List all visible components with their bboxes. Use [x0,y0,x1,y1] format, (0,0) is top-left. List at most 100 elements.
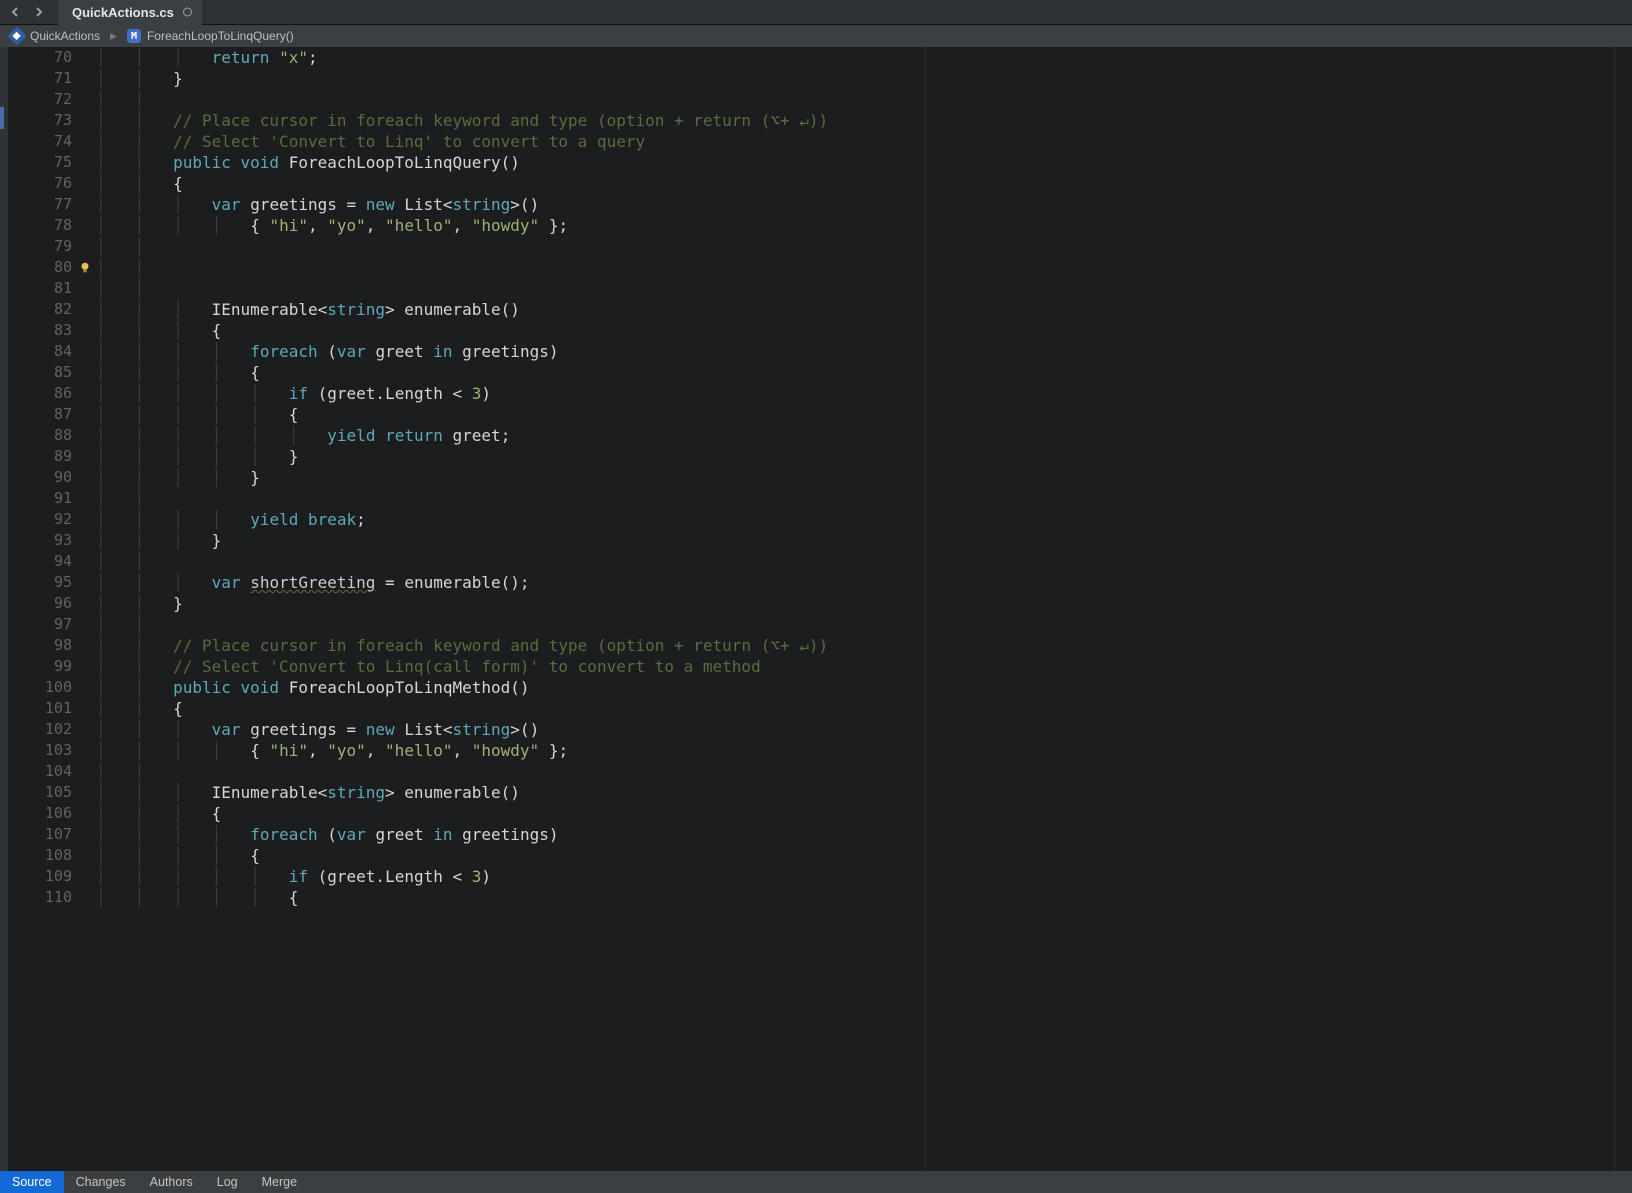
code-line[interactable]: 82│ │ │ IEnumerable<string> enumerable() [8,299,1614,320]
code-line[interactable]: 102│ │ │ var greetings = new List<string… [8,719,1614,740]
line-content: │ │ │ var greetings = new List<string>() [94,194,539,215]
line-content: │ │ │ var greetings = new List<string>() [94,719,539,740]
code-line[interactable]: 81│ │ [8,278,1614,299]
breadcrumb-method-label: ForeachLoopToLinqQuery() [147,29,294,43]
bottom-tab-source[interactable]: Source [0,1171,64,1193]
breadcrumb-class[interactable]: ◆ QuickActions [10,29,100,43]
line-content: │ │ │ │ │ { [94,404,298,425]
line-content: │ │ │ │ foreach (var greet in greetings) [94,824,558,845]
bottom-tab-authors[interactable]: Authors [138,1171,205,1193]
line-content: │ │ [94,761,173,782]
code-editor[interactable]: 70│ │ │ return "x";71│ │ }72│ │ 73│ │ //… [8,47,1614,1171]
editor-area: 70│ │ │ return "x";71│ │ }72│ │ 73│ │ //… [0,47,1632,1171]
code-line[interactable]: 104│ │ [8,761,1614,782]
code-line[interactable]: 83│ │ │ { [8,320,1614,341]
bottom-tab-changes[interactable]: Changes [64,1171,138,1193]
line-content: │ │ │ { [94,320,221,341]
code-line[interactable]: 108│ │ │ │ { [8,845,1614,866]
gutter [78,467,94,488]
line-content: │ │ │ │ } [94,467,260,488]
line-content: │ │ public void ForeachLoopToLinqQuery() [94,152,520,173]
code-line[interactable]: 103│ │ │ │ { "hi", "yo", "hello", "howdy… [8,740,1614,761]
code-line[interactable]: 98│ │ // Place cursor in foreach keyword… [8,635,1614,656]
tab-title: QuickActions.cs [72,5,174,20]
gutter [78,257,94,278]
lightbulb-icon[interactable] [78,259,92,280]
bottom-tab-log[interactable]: Log [205,1171,250,1193]
code-line[interactable]: 110│ │ │ │ │ { [8,887,1614,908]
editor-scrollbar[interactable] [1614,47,1632,1171]
code-line[interactable]: 72│ │ [8,89,1614,110]
code-line[interactable]: 106│ │ │ { [8,803,1614,824]
line-content: │ │ │ } [94,530,221,551]
method-icon: M [127,29,141,43]
line-number: 105 [8,782,78,803]
code-line[interactable]: 70│ │ │ return "x"; [8,47,1614,68]
code-line[interactable]: 99│ │ // Select 'Convert to Linq(call fo… [8,656,1614,677]
code-line[interactable]: 93│ │ │ } [8,530,1614,551]
code-line[interactable]: 76│ │ { [8,173,1614,194]
line-content: │ │ { [94,698,183,719]
nav-forward-button[interactable] [30,3,48,21]
code-line[interactable]: 101│ │ { [8,698,1614,719]
line-number: 100 [8,677,78,698]
code-line[interactable]: 90│ │ │ │ } [8,467,1614,488]
code-line[interactable]: 96│ │ } [8,593,1614,614]
code-line[interactable]: 91│ │ [8,488,1614,509]
code-line[interactable]: 88│ │ │ │ │ │ yield return greet; [8,425,1614,446]
code-line[interactable]: 79│ │ [8,236,1614,257]
line-content: │ │ │ { [94,803,221,824]
line-content: │ │ [94,89,173,110]
line-number: 86 [8,383,78,404]
gutter [78,698,94,719]
editor-tab[interactable]: QuickActions.cs [58,0,202,25]
code-line[interactable]: 94│ │ [8,551,1614,572]
line-content: │ │ │ │ │ if (greet.Length < 3) [94,383,491,404]
gutter [78,89,94,110]
bottom-tab-merge[interactable]: Merge [250,1171,309,1193]
code-line[interactable]: 85│ │ │ │ { [8,362,1614,383]
gutter [78,488,94,509]
line-number: 70 [8,47,78,68]
chevron-left-icon [10,7,20,17]
line-content: │ │ [94,236,173,257]
code-line[interactable]: 80│ │ [8,257,1614,278]
breadcrumb-method[interactable]: M ForeachLoopToLinqQuery() [127,29,294,43]
gutter [78,740,94,761]
line-number: 91 [8,488,78,509]
gutter [78,68,94,89]
line-content: │ │ } [94,68,183,89]
code-line[interactable]: 87│ │ │ │ │ { [8,404,1614,425]
line-content: │ │ [94,278,173,299]
gutter [78,278,94,299]
code-line[interactable]: 74│ │ // Select 'Convert to Linq' to con… [8,131,1614,152]
code-line[interactable]: 109│ │ │ │ │ if (greet.Length < 3) [8,866,1614,887]
line-number: 89 [8,446,78,467]
code-line[interactable]: 107│ │ │ │ foreach (var greet in greetin… [8,824,1614,845]
code-line[interactable]: 95│ │ │ var shortGreeting = enumerable()… [8,572,1614,593]
gutter [78,824,94,845]
line-content: │ │ // Place cursor in foreach keyword a… [94,110,828,131]
app-root: QuickActions.cs ◆ QuickActions ▶ M Forea… [0,0,1632,1193]
code-line[interactable]: 84│ │ │ │ foreach (var greet in greeting… [8,341,1614,362]
code-line[interactable]: 100│ │ public void ForeachLoopToLinqMeth… [8,677,1614,698]
code-line[interactable]: 97│ │ [8,614,1614,635]
code-line[interactable]: 78│ │ │ │ { "hi", "yo", "hello", "howdy"… [8,215,1614,236]
gutter [78,383,94,404]
code-line[interactable]: 86 │ │ │ │ │ if (greet.Length < 3) [8,383,1614,404]
gutter [78,215,94,236]
code-line[interactable]: 92│ │ │ │ yield break; [8,509,1614,530]
code-line[interactable]: 75│ │ public void ForeachLoopToLinqQuery… [8,152,1614,173]
gutter [78,782,94,803]
nav-back-button[interactable] [6,3,24,21]
code-line[interactable]: 71│ │ } [8,68,1614,89]
line-number: 99 [8,656,78,677]
gutter [78,509,94,530]
gutter [78,635,94,656]
code-line[interactable]: 89│ │ │ │ │ } [8,446,1614,467]
code-line[interactable]: 105│ │ │ IEnumerable<string> enumerable(… [8,782,1614,803]
code-line[interactable]: 73│ │ // Place cursor in foreach keyword… [8,110,1614,131]
class-icon: ◆ [7,26,27,46]
code-line[interactable]: 77│ │ │ var greetings = new List<string>… [8,194,1614,215]
line-number: 109 [8,866,78,887]
